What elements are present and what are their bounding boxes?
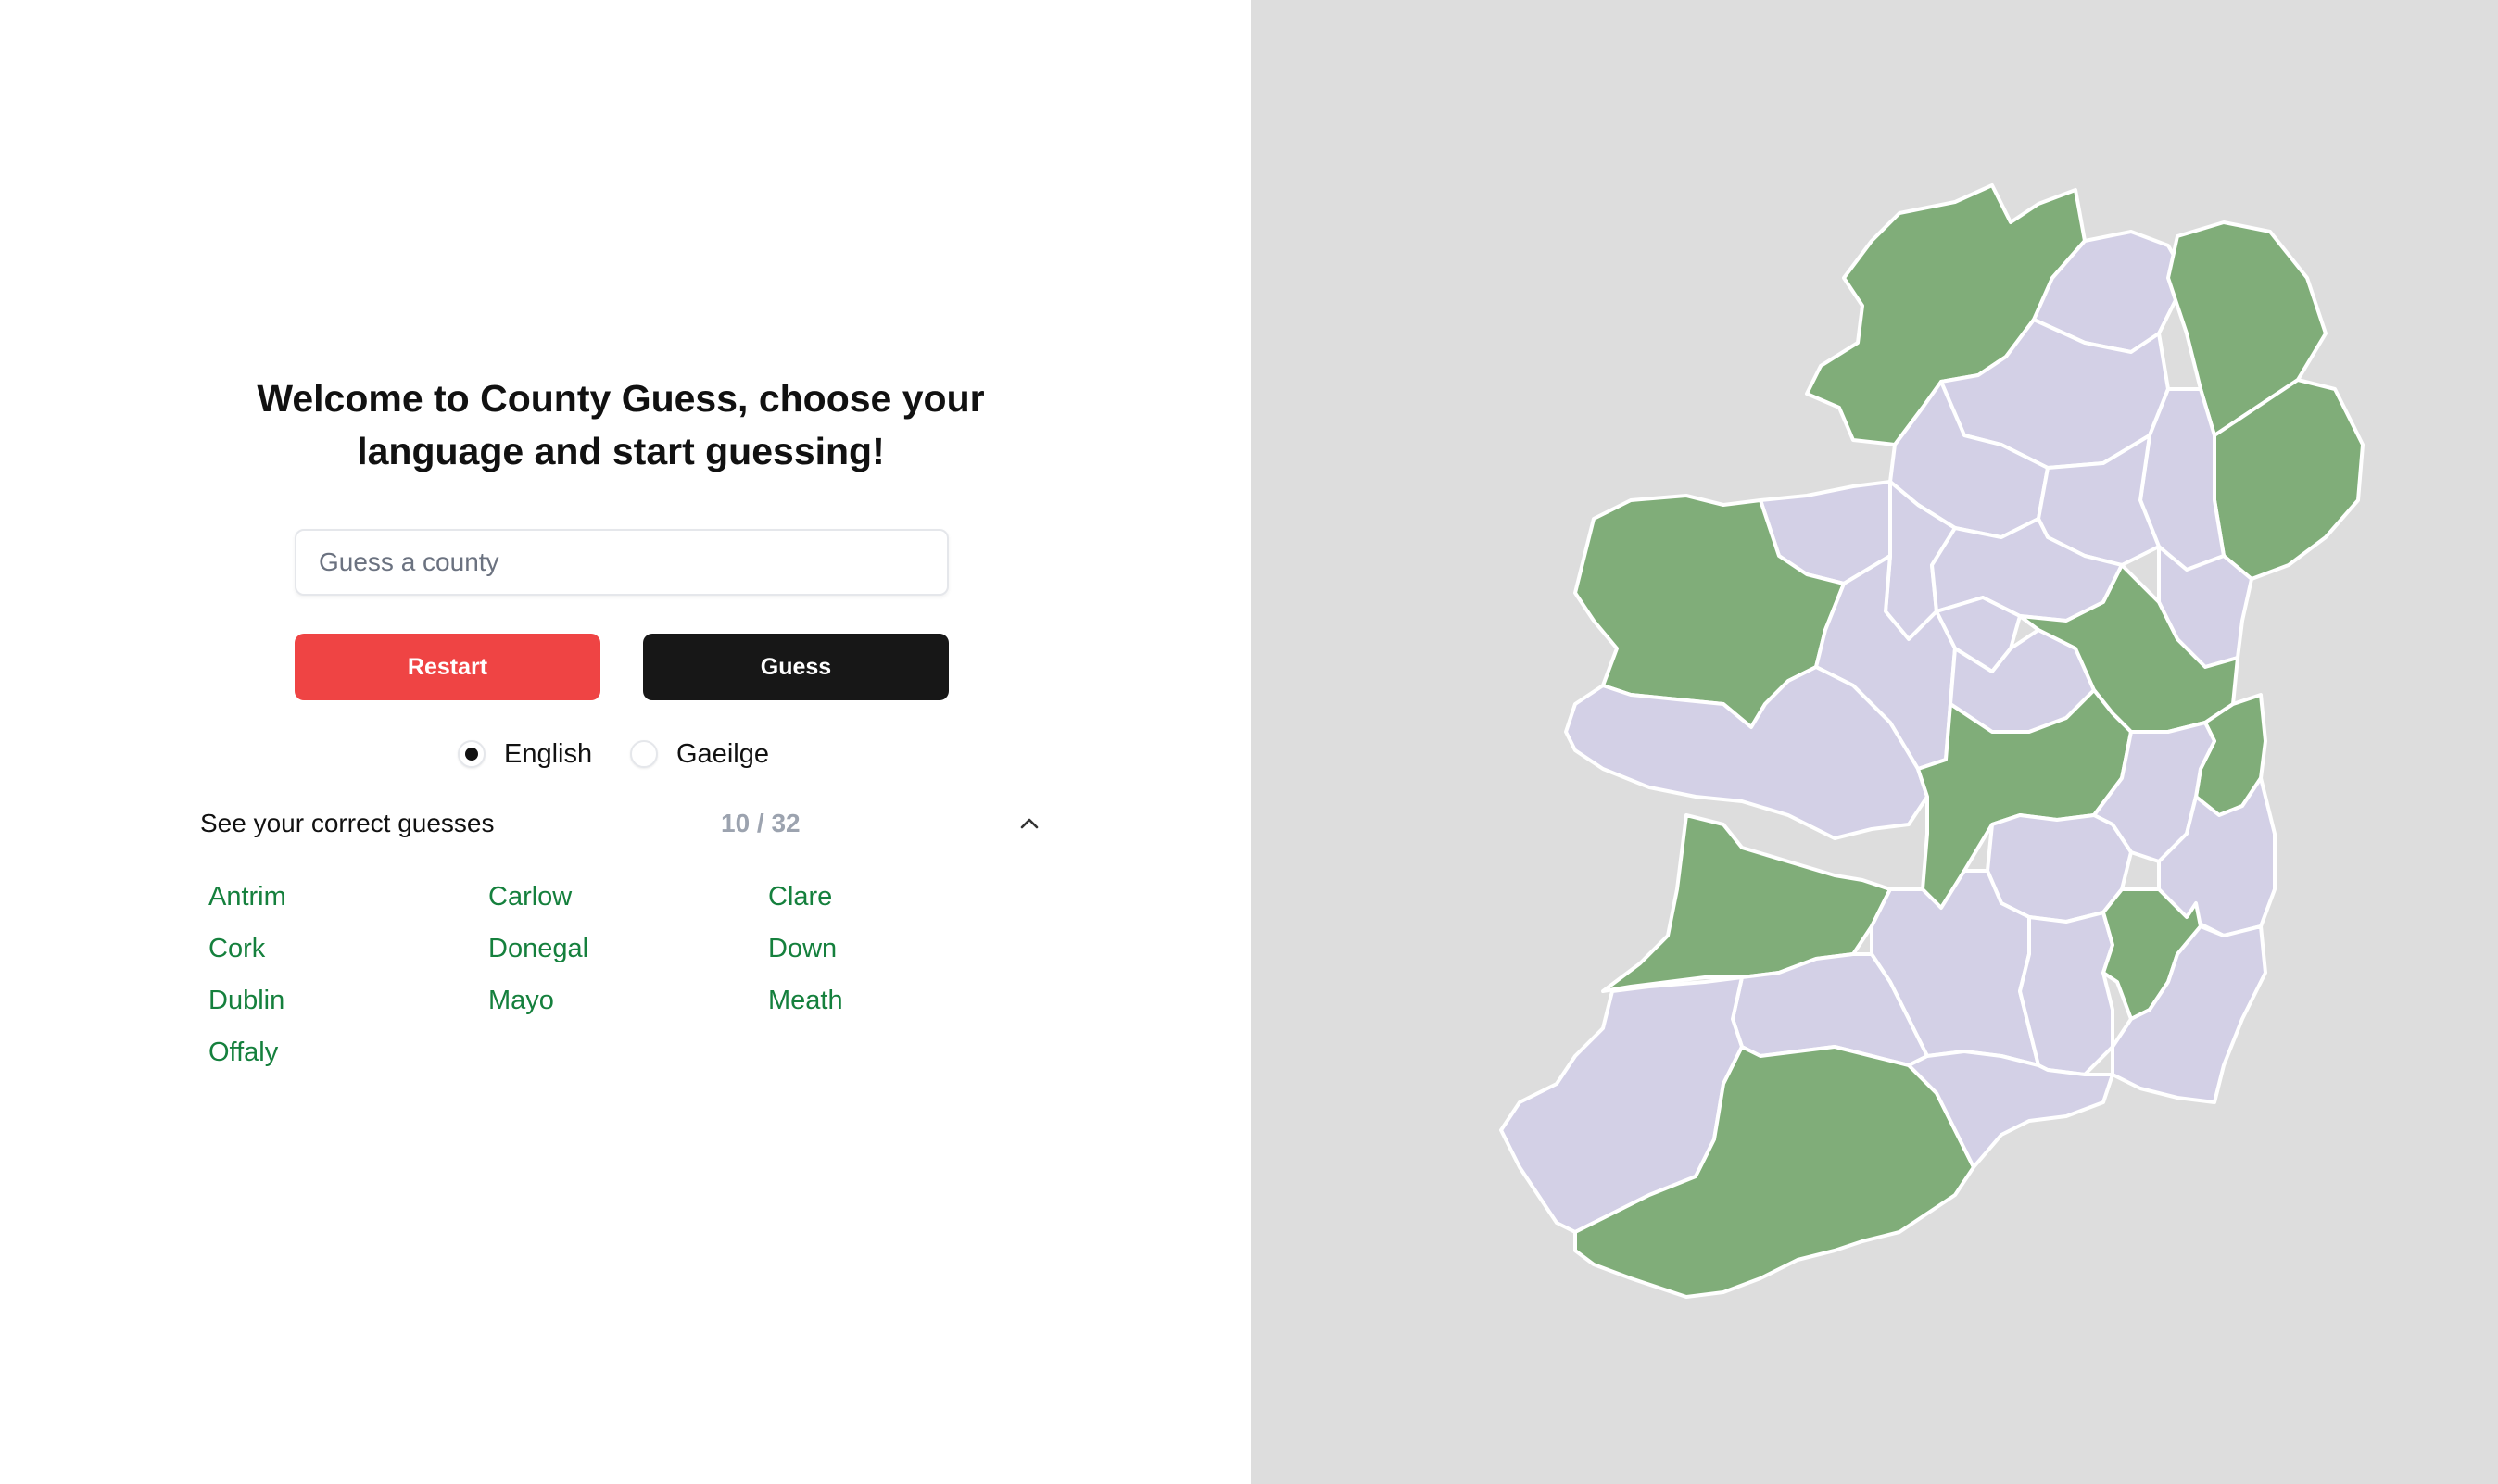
correct-guesses-title: See your correct guesses	[200, 809, 495, 837]
list-item: Down	[768, 934, 838, 963]
list-item: Cork	[208, 934, 266, 963]
correct-guesses-list: Antrim Carlow Clare Cork Donegal Down Du…	[208, 876, 1052, 1084]
language-option-english[interactable]: English	[458, 732, 592, 776]
list-item: Carlow	[488, 882, 573, 912]
chevron-up-icon[interactable]	[1016, 810, 1043, 837]
list-item: Meath	[768, 986, 843, 1015]
gaeilge-radio[interactable]	[630, 740, 658, 768]
restart-button[interactable]: Restart	[295, 634, 600, 700]
guess-button[interactable]: Guess	[643, 634, 949, 700]
gaeilge-label: Gaeilge	[676, 738, 769, 769]
english-radio[interactable]	[458, 740, 486, 768]
correct-guesses-toggle[interactable]: See your correct guesses 10 / 32	[200, 804, 1043, 843]
list-item: Dublin	[208, 986, 285, 1015]
correct-guesses-count: 10 / 32	[721, 809, 801, 837]
radio-selected-dot	[465, 748, 478, 761]
left-panel: Welcome to County Guess, choose your lan…	[0, 0, 1251, 1484]
list-item: Antrim	[208, 882, 286, 912]
map-panel[interactable]: + −	[1251, 0, 2498, 1484]
list-item: Clare	[768, 882, 833, 912]
county-kilkenny[interactable]	[2018, 911, 2114, 1076]
ireland-map[interactable]	[1251, 0, 2498, 1484]
english-label: English	[504, 738, 593, 769]
list-item: Mayo	[488, 986, 554, 1015]
list-item: Offaly	[208, 1038, 279, 1067]
county-guess-input[interactable]	[295, 529, 949, 596]
list-item: Donegal	[488, 934, 589, 963]
page-title: Welcome to County Guess, choose your lan…	[257, 377, 985, 472]
language-option-gaeilge[interactable]: Gaeilge	[630, 732, 769, 776]
